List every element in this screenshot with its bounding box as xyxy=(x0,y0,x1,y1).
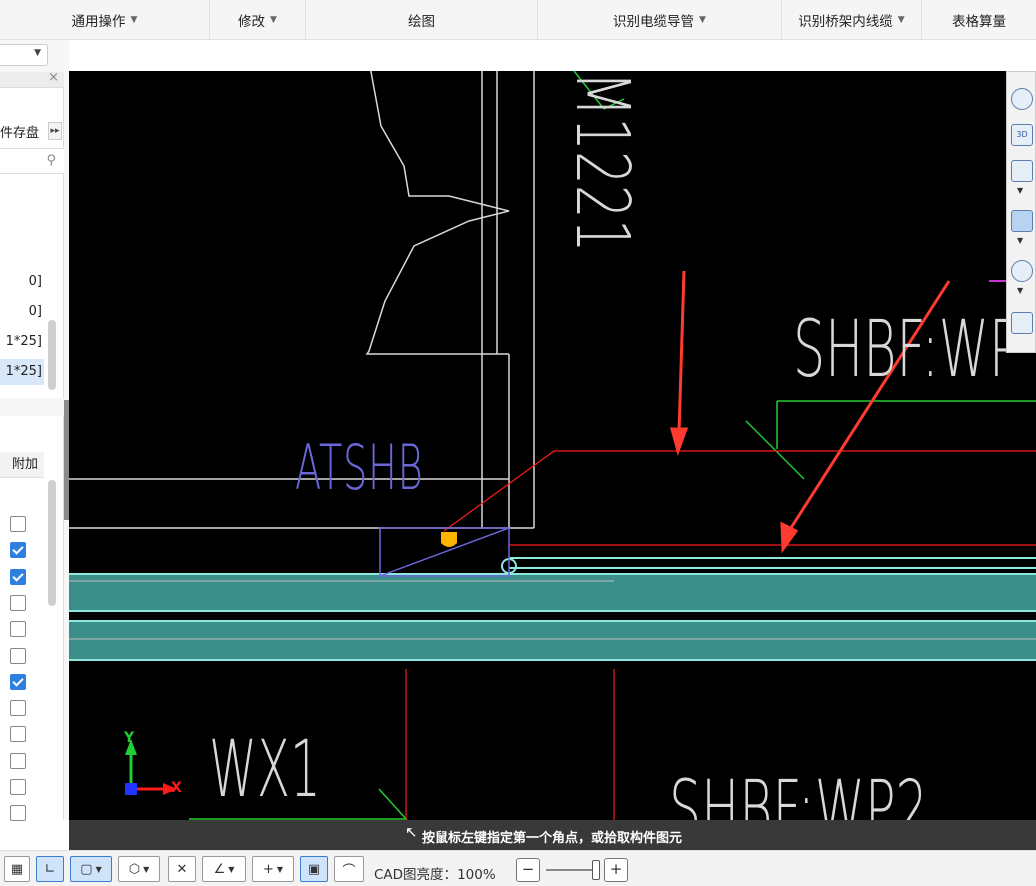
snap-rect-button[interactable]: ▢ ▼ xyxy=(70,856,112,882)
chevron-down-icon: ▼ xyxy=(276,864,284,874)
layer-list-icon[interactable] xyxy=(1011,312,1033,334)
attach-checkbox[interactable] xyxy=(10,726,26,743)
cross-icon[interactable]: ✕ xyxy=(168,856,196,882)
attach-checkbox[interactable] xyxy=(10,805,26,822)
cad-label-wx1[interactable]: WX1 xyxy=(209,731,321,809)
curve-icon[interactable]: ⌒ xyxy=(334,856,364,882)
search-icon[interactable]: ⚲ xyxy=(46,153,56,168)
list-item[interactable]: 1*25] xyxy=(0,329,44,355)
attach-checkbox[interactable] xyxy=(10,621,26,638)
ribbon-modify-label: 修改 xyxy=(238,14,266,30)
column-header-attach: 附加 xyxy=(0,452,44,478)
ribbon-identify-tray-cable[interactable]: 识别桥架内线缆 ▼ xyxy=(782,0,922,40)
select-window-icon[interactable]: ▦ xyxy=(4,856,30,882)
chevron-down-icon: ▼ xyxy=(130,15,138,25)
cad-drawing xyxy=(69,71,1036,820)
snap-marker xyxy=(441,532,457,547)
attach-checkbox[interactable] xyxy=(10,594,26,611)
command-hint-bar: ↖ 按鼠标左键指定第一个角点，或拾取构件图元 xyxy=(69,820,1036,850)
orbit-icon[interactable] xyxy=(1011,88,1033,110)
display-toggle-icon[interactable]: ▣ xyxy=(300,856,328,882)
view-cube-button[interactable]: ⬡ ▼ xyxy=(118,856,160,882)
list-item-selected[interactable]: 1*25] xyxy=(0,359,44,385)
axis-x-label: X xyxy=(171,780,182,796)
cad-label-m1221[interactable]: M1221 xyxy=(559,71,645,253)
attach-checkbox[interactable] xyxy=(10,673,26,690)
panel-header-top: × xyxy=(0,70,64,88)
chevron-down-icon[interactable]: ▼ xyxy=(1017,286,1023,295)
zoom-in-button[interactable]: + xyxy=(604,858,628,882)
cad-label-shbf-wp[interactable]: SHBF:WP xyxy=(793,311,1020,389)
chevron-down-icon: ▼ xyxy=(34,48,41,58)
ribbon-draw-label: 绘图 xyxy=(408,14,435,30)
zoom-out-button[interactable]: − xyxy=(516,858,540,882)
list-scrollbar[interactable] xyxy=(48,320,56,390)
chevron-down-icon: ▼ xyxy=(270,15,277,25)
attach-checkbox[interactable] xyxy=(10,700,26,717)
chevron-down-icon[interactable]: ▼ xyxy=(1017,186,1023,195)
ribbon-modify[interactable]: 修改 ▼ xyxy=(210,0,306,40)
chevron-down-icon: ▼ xyxy=(143,864,150,874)
cad-label-atshb[interactable]: ATSHB xyxy=(295,437,423,499)
brightness-slider-thumb[interactable] xyxy=(592,860,600,880)
chevron-down-icon: ▼ xyxy=(897,15,905,25)
attach-checkbox[interactable] xyxy=(10,516,26,532)
cursor-icon: ↖ xyxy=(405,823,418,841)
close-icon[interactable]: × xyxy=(48,70,59,85)
cube-view-icon[interactable] xyxy=(1011,160,1033,182)
ortho-icon[interactable]: ∟ xyxy=(36,856,64,882)
offset-button[interactable]: + ▼ xyxy=(252,856,294,882)
ribbon-table-quantity[interactable]: 表格算量 xyxy=(922,0,1036,40)
floor-select[interactable]: ▼ xyxy=(0,44,48,66)
expand-button[interactable]: ▸▸ xyxy=(48,122,62,140)
ribbon-general-ops[interactable]: 通用操作 ▼ xyxy=(0,0,210,40)
angle-button[interactable]: ∠ ▼ xyxy=(202,856,246,882)
ribbon-table-quantity-label: 表格算量 xyxy=(952,14,1006,30)
solid-view-icon[interactable] xyxy=(1011,210,1033,232)
ribbon-identify-cable-conduit-label: 识别电缆导管 xyxy=(613,14,695,30)
command-hint-text: 按鼠标左键指定第一个角点，或拾取构件图元 xyxy=(422,831,683,846)
status-toolbar: ▦ ∟ ▢ ▼ ⬡ ▼ ✕ ∠ ▼ + ▼ ▣ ⌒ CAD图亮度：100% − + xyxy=(0,850,1036,886)
ribbon-draw[interactable]: 绘图 xyxy=(306,0,538,40)
search-field[interactable]: ⚲ xyxy=(0,148,64,174)
cad-label-shbf-wp2[interactable]: SHBF:WP2 xyxy=(669,771,928,820)
ribbon-identify-cable-conduit[interactable]: 识别电缆导管 ▼ xyxy=(538,0,782,40)
attach-checkbox[interactable] xyxy=(10,542,26,559)
attach-checkbox[interactable] xyxy=(10,779,26,795)
chevron-down-icon: ▼ xyxy=(228,864,235,874)
chevron-down-icon[interactable]: ▼ xyxy=(1017,236,1023,245)
view-3d-icon[interactable]: 3D xyxy=(1011,124,1033,146)
rotate-icon[interactable] xyxy=(1011,260,1033,282)
property-scrollbar[interactable] xyxy=(48,480,56,606)
list-item[interactable]: 0] xyxy=(0,269,44,295)
tab-component-save[interactable]: 件存盘 xyxy=(0,122,39,141)
list-item[interactable]: 0] xyxy=(0,299,44,325)
left-sidebar: ▼ × 件存盘 ▸▸ ⚲ 0] 0] 1*25] 1*25] × 附加 xyxy=(0,40,69,822)
ribbon-identify-tray-cable-label: 识别桥架内线缆 xyxy=(798,14,893,30)
cad-brightness-value: 100% xyxy=(457,867,496,883)
ribbon-menu: 通用操作 ▼ 修改 ▼ 绘图 识别电缆导管 ▼ 识别桥架内线缆 ▼ 表格算量 xyxy=(0,0,1036,40)
view-toolbar: 3D ▼ ▼ ▼ xyxy=(1006,71,1036,353)
attach-checkbox[interactable] xyxy=(10,647,26,664)
attach-checkbox[interactable] xyxy=(10,568,26,585)
axis-y-label: Y xyxy=(124,730,135,746)
ribbon-general-ops-label: 通用操作 xyxy=(71,14,126,30)
attach-checkbox[interactable] xyxy=(10,752,26,769)
brightness-slider[interactable] xyxy=(546,869,596,871)
cad-brightness-text: CAD图亮度： xyxy=(374,867,458,883)
cad-canvas[interactable]: ATSHB M1221 SHBF:WP SHBF:WP2 WX1 Y X xyxy=(69,71,1036,820)
cad-brightness-label: CAD图亮度：100% xyxy=(374,863,496,883)
chevron-down-icon: ▼ xyxy=(95,864,102,874)
chevron-down-icon: ▼ xyxy=(699,15,706,25)
